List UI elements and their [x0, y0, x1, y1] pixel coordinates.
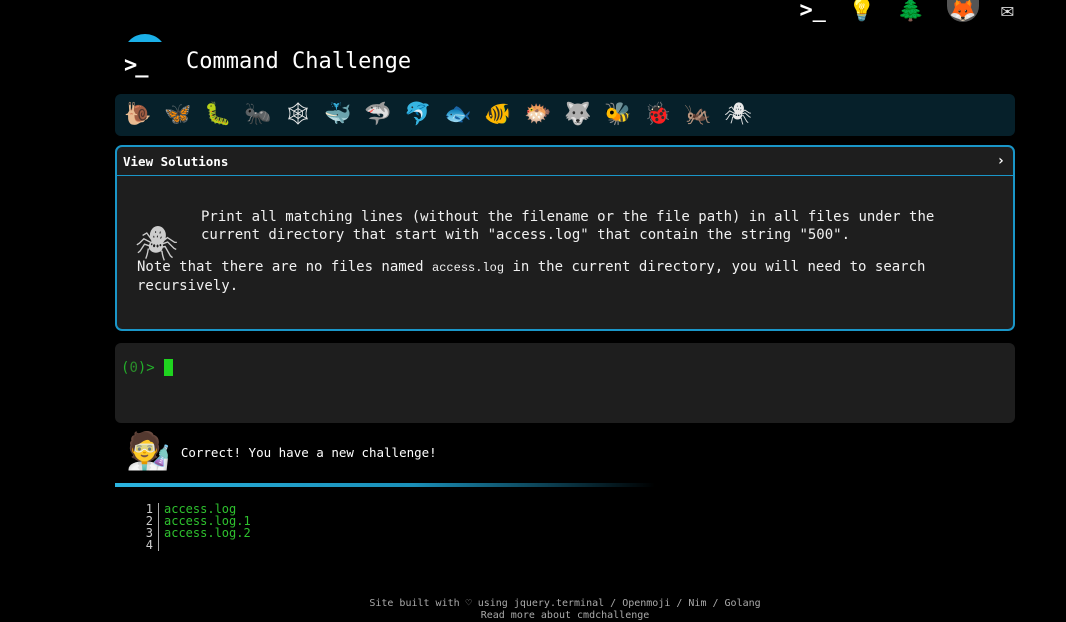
butterfly-icon[interactable]: 🦋	[163, 104, 193, 126]
snail-icon[interactable]: 🐌	[123, 104, 153, 126]
file-lines: access.log access.log.1 access.log.2	[159, 503, 251, 551]
caterpillar-icon[interactable]: 🐛	[203, 104, 233, 126]
dolphin-icon[interactable]: 🐬	[403, 104, 433, 126]
challenge-task: Print all matching lines (without the fi…	[201, 209, 935, 243]
top-icons: >_ 💡 🌲 🦊 ✉	[799, 0, 1014, 22]
fish-icon[interactable]: 🐟	[443, 104, 473, 126]
line-number: 4	[145, 538, 153, 552]
line-number-gutter: 1234	[143, 503, 159, 551]
prompt-open: (	[121, 359, 130, 376]
logo-prompt-icon: >_	[124, 53, 148, 78]
ant-icon[interactable]: 🐜	[243, 104, 273, 126]
header: >_ Command Challenge	[120, 34, 411, 78]
challenge-note: Note that there are no files named acces…	[137, 258, 995, 295]
spider-icon[interactable]: 🕷	[723, 104, 753, 126]
terminal-prompt: (0)>	[121, 359, 1009, 376]
chevron-right-icon: ›	[996, 153, 1005, 169]
view-solutions-label: View Solutions	[123, 153, 229, 169]
file-line: access.log.2	[164, 526, 251, 540]
spider-web-icon[interactable]: 🕸	[283, 104, 313, 126]
spider-icon: 🕷	[135, 224, 179, 264]
challenge-box: View Solutions › 🕷 Print all matching li…	[115, 145, 1015, 331]
tropical-fish-icon[interactable]: 🐠	[483, 104, 513, 126]
note-code: access.log	[432, 261, 505, 275]
lightbulb-icon[interactable]: 💡	[848, 0, 875, 22]
tree-icon[interactable]: 🌲	[897, 0, 924, 22]
feedback: 🧑‍🔬 Correct! You have a new challenge!	[126, 432, 437, 472]
file-line	[164, 539, 251, 551]
page: >_ 💡 🌲 🦊 ✉ >_ Command Challenge 🐌 🦋 🐛 🐜 🕸 🐳 🦈 🐬…	[0, 0, 1066, 622]
footer-credits: Site built with ♡ using jquery.terminal …	[369, 598, 761, 609]
mail-icon[interactable]: ✉	[1001, 0, 1014, 22]
level-bar: 🐌 🦋 🐛 🐜 🕸 🐳 🦈 🐬 🐟 🐠 🐡 🐺 🐝 🐞 🦗 🕷	[115, 94, 1015, 136]
ladybug-icon[interactable]: 🐞	[643, 104, 673, 126]
terminal[interactable]: (0)>	[115, 343, 1015, 423]
feedback-message: Correct! You have a new challenge!	[180, 444, 437, 460]
gitlab-icon[interactable]: 🦊	[946, 0, 979, 22]
blowfish-icon[interactable]: 🐡	[523, 104, 553, 126]
nerd-scientist-icon: 🧑‍🔬	[126, 431, 171, 472]
prompt-number: 0	[129, 359, 138, 376]
footer-read-more-link[interactable]: Read more about cmdchallenge	[0, 610, 1066, 622]
bee-icon[interactable]: 🐝	[603, 104, 633, 126]
prompt-close: )>	[137, 359, 155, 376]
logo[interactable]: >_	[120, 34, 170, 78]
divider	[115, 483, 655, 487]
whale-icon[interactable]: 🐳	[323, 104, 353, 126]
note-prefix: Note that there are no files named	[137, 259, 433, 275]
challenge-body: 🕷 Print all matching lines (without the …	[117, 208, 1013, 295]
view-solutions-toggle[interactable]: View Solutions ›	[117, 147, 1013, 176]
footer: Site built with ♡ using jquery.terminal …	[0, 598, 1066, 622]
wolf-icon[interactable]: 🐺	[563, 104, 593, 126]
shark-icon[interactable]: 🦈	[363, 104, 393, 126]
terminal-cursor[interactable]	[163, 359, 173, 376]
terminal-icon[interactable]: >_	[799, 0, 826, 22]
page-title: Command Challenge	[186, 48, 412, 74]
file-listing: 1234 access.log access.log.1 access.log.2	[143, 503, 251, 551]
cricket-icon[interactable]: 🦗	[683, 104, 713, 126]
